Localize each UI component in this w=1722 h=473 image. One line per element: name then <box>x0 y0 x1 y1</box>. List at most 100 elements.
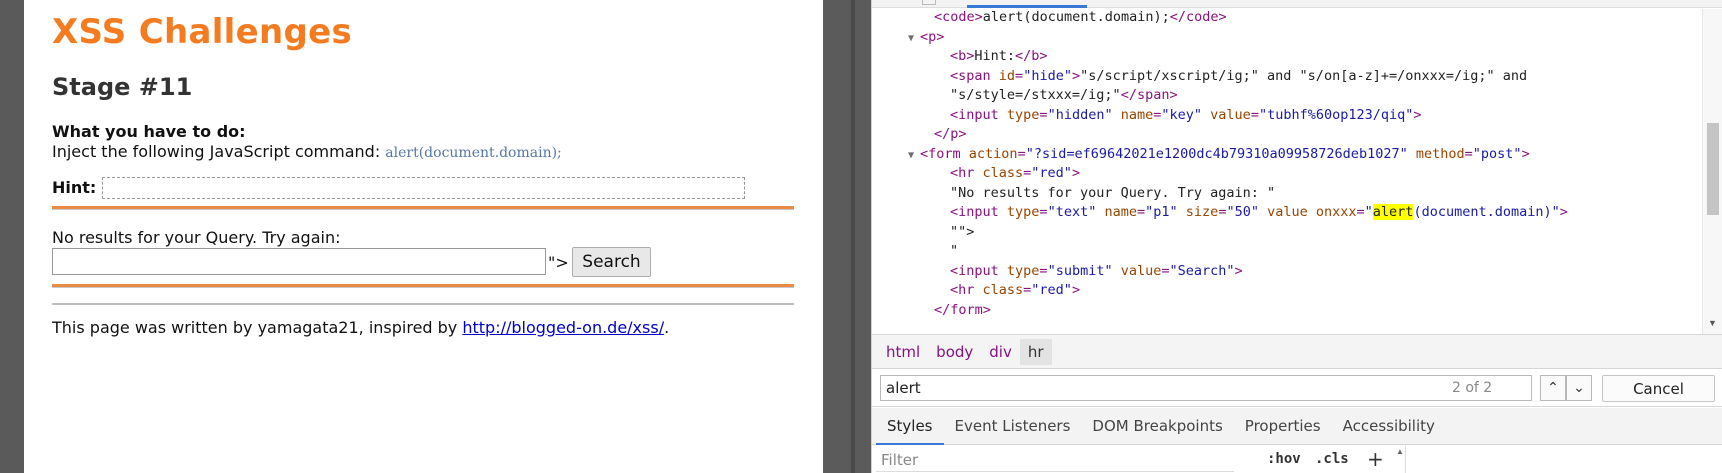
pane-divider-stripe <box>851 0 855 473</box>
dom-token: = <box>1039 262 1048 279</box>
dom-node-line[interactable]: <input type="text" name="p1" size="50" v… <box>950 202 1568 223</box>
footer-end: . <box>664 318 670 337</box>
footer-link[interactable]: http://blogged-on.de/xss/ <box>462 318 664 337</box>
breadcrumb-hr[interactable]: hr <box>1019 338 1052 365</box>
dom-node-line[interactable]: <code>alert(document.domain);</code> <box>934 9 1227 28</box>
dom-token: <input <box>950 262 1007 279</box>
dom-token: = <box>1464 145 1473 162</box>
dom-node-line[interactable]: "No results for your Query. Try again: " <box>950 183 1275 204</box>
dom-token: = <box>1250 106 1259 123</box>
dom-tree[interactable]: <code>alert(document.domain);</code> ▼ <p>… <box>872 9 1702 334</box>
dom-token: type <box>1006 106 1040 123</box>
dom-token: > <box>1413 106 1422 123</box>
dom-token: </span> <box>1120 87 1178 103</box>
injected-quote-text: "> <box>548 253 569 272</box>
dom-scrollbar-thumb[interactable] <box>1707 123 1719 215</box>
styles-scrollbar[interactable]: ▲ <box>1394 446 1406 473</box>
find-input[interactable]: alert <box>880 375 1532 401</box>
dom-node-line[interactable]: <b>Hint:</b> <box>950 46 1048 67</box>
find-cancel-button[interactable]: Cancel <box>1602 375 1715 402</box>
dom-token: > <box>1071 67 1081 84</box>
dom-node-line[interactable]: ▼ <form action="?sid=ef69642021e1200dc4b7… <box>908 144 1530 165</box>
dom-scrollbar[interactable]: ▼ <box>1702 9 1722 334</box>
find-previous-button[interactable]: ⌃ <box>1540 375 1566 401</box>
devtools-tab-icon[interactable] <box>922 0 936 5</box>
dom-token: = <box>1017 145 1026 162</box>
dom-node-line[interactable]: <input type="hidden" name="key" value="t… <box>950 105 1422 126</box>
dom-node-line[interactable]: <hr class="red"> <box>950 280 1080 301</box>
stage-heading: Stage #11 <box>52 73 193 101</box>
expand-triangle-icon[interactable]: ▼ <box>908 28 920 49</box>
dom-token: Hint: <box>974 48 1016 64</box>
devtools-tabbar <box>872 0 1722 8</box>
search-highlight: alert <box>1372 204 1414 220</box>
page-title: XSS Challenges <box>52 12 353 52</box>
footer-divider <box>52 303 794 305</box>
dom-node-line[interactable]: ""> <box>950 222 974 243</box>
inject-text: Inject the following JavaScript command: <box>52 142 386 161</box>
dom-token: value <box>1120 262 1162 279</box>
dom-token: <form <box>920 145 969 162</box>
dom-token: "text" <box>1047 204 1097 220</box>
dom-token: type <box>1006 204 1040 220</box>
footer-text: This page was written by yamagata21, ins… <box>52 318 463 337</box>
dom-token: <input <box>950 106 1007 123</box>
dom-node-line[interactable]: <input type="submit" value="Search"> <box>950 261 1243 282</box>
dom-token: "red" <box>1031 282 1072 298</box>
sidebar-tabs: Styles Event Listeners DOM Breakpoints P… <box>872 408 1722 445</box>
dom-token: </b> <box>1015 48 1048 64</box>
chevron-up-icon: ⌃ <box>1547 380 1559 396</box>
dom-token <box>1408 146 1416 162</box>
styles-filter-input[interactable]: Filter <box>876 448 1234 472</box>
dom-token: action <box>968 145 1018 162</box>
dom-token <box>1178 204 1186 220</box>
pane-divider[interactable] <box>823 0 871 473</box>
tab-accessibility[interactable]: Accessibility <box>1332 408 1446 445</box>
scroll-up-arrow-icon[interactable]: ▲ <box>1396 447 1404 456</box>
dom-token: <code> <box>934 9 983 25</box>
dom-token: </p> <box>934 126 967 142</box>
tab-properties[interactable]: Properties <box>1234 408 1332 445</box>
expand-triangle-icon[interactable]: ▼ <box>908 145 920 166</box>
dom-token: ""> <box>950 223 975 240</box>
breadcrumb-html[interactable]: html <box>878 339 928 365</box>
breadcrumb-div[interactable]: div <box>981 339 1020 365</box>
breadcrumb-body[interactable]: body <box>928 339 981 365</box>
dom-node-line[interactable]: <span id="hide">"s/script/xscript/ig;" a… <box>950 66 1527 87</box>
dom-node-line[interactable]: <hr class="red"> <box>950 163 1080 184</box>
dom-node-line[interactable]: " <box>950 241 958 262</box>
dom-token: "tubhf%60op123/qiq" <box>1258 106 1414 123</box>
dom-token: <span <box>950 67 999 84</box>
dom-node-line[interactable]: ▼ <p> <box>908 27 944 48</box>
screen: XSS Challenges Stage #11 What you have t… <box>0 0 1722 473</box>
dom-token <box>1259 204 1267 220</box>
dom-token: method <box>1415 145 1465 162</box>
top-orange-rule <box>52 206 794 210</box>
dom-token: value onxxx <box>1267 204 1357 220</box>
find-next-button[interactable]: ⌄ <box>1566 375 1592 401</box>
dom-token: class <box>982 282 1024 298</box>
scroll-down-arrow-icon[interactable]: ▼ <box>1708 318 1717 328</box>
window-gutter <box>0 0 24 473</box>
dom-token: > <box>1234 262 1243 279</box>
dom-node-line[interactable]: "s/style=/stxxx=/ig;"</span> <box>950 85 1178 106</box>
hover-state-toggle[interactable]: :hov <box>1267 451 1301 467</box>
dom-token: = <box>1015 67 1024 84</box>
dom-token: <input <box>950 204 1007 220</box>
dom-token: </code> <box>1169 9 1227 25</box>
tab-styles[interactable]: Styles <box>876 408 944 445</box>
dom-token: </form> <box>934 301 991 318</box>
dom-token: alert(document.domain); <box>982 9 1170 25</box>
devtools-panel: <code>alert(document.domain);</code> ▼ <p>… <box>871 0 1722 473</box>
dom-token: class <box>982 165 1024 181</box>
dom-node-line[interactable]: </p> <box>934 124 967 145</box>
search-button[interactable]: Search <box>572 247 651 277</box>
dom-node-line[interactable]: </form> <box>934 300 991 321</box>
new-style-rule-icon[interactable]: + <box>1367 447 1384 471</box>
tab-dom-breakpoints[interactable]: DOM Breakpoints <box>1081 408 1233 445</box>
browser-page: XSS Challenges Stage #11 What you have t… <box>24 0 823 473</box>
query-input[interactable] <box>52 248 546 275</box>
class-toggle[interactable]: .cls <box>1315 451 1349 467</box>
tab-event-listeners[interactable]: Event Listeners <box>944 408 1082 445</box>
dom-token: > <box>1071 165 1081 181</box>
